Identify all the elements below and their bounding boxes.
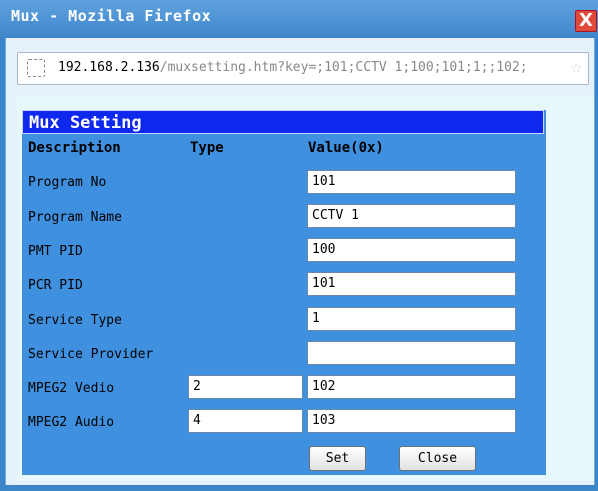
panel-title: Mux Setting: [22, 110, 544, 134]
type-mpeg2-video[interactable]: 2: [188, 375, 303, 399]
type-mpeg2-audio[interactable]: 4: [188, 409, 303, 433]
close-button[interactable]: Close: [399, 446, 476, 471]
url-path: /muxsetting.htm?key=;101;CCTV 1;100;101;…: [159, 60, 528, 75]
label-pcr-pid: PCR PID: [28, 278, 83, 293]
value-mpeg2-audio[interactable]: 103: [307, 409, 516, 433]
label-mpeg2-video: MPEG2 Vedio: [28, 381, 115, 396]
value-service-type[interactable]: 1: [307, 307, 516, 331]
window-bottom-border: [0, 485, 598, 491]
value-mpeg2-video[interactable]: 102: [307, 375, 516, 399]
page-icon: [27, 59, 45, 77]
value-pmt-pid[interactable]: 100: [307, 238, 516, 262]
close-window-button[interactable]: X: [575, 10, 597, 32]
window-titlebar: Mux - Mozilla Firefox X: [0, 0, 598, 38]
label-program-name: Program Name: [28, 210, 122, 225]
label-service-provider: Service Provider: [28, 347, 154, 362]
value-program-name[interactable]: CCTV 1: [307, 204, 516, 228]
url-host: 192.168.2.136: [58, 60, 160, 75]
label-pmt-pid: PMT PID: [28, 244, 83, 259]
value-service-provider[interactable]: [307, 341, 516, 365]
label-service-type: Service Type: [28, 313, 122, 328]
value-pcr-pid[interactable]: 101: [307, 272, 516, 296]
header-type: Type: [190, 140, 224, 156]
url-text[interactable]: 192.168.2.136/muxsetting.htm?key=;101;CC…: [58, 60, 528, 75]
header-value: Value(0x): [308, 140, 384, 156]
header-description: Description: [28, 140, 121, 156]
bookmark-star-icon[interactable]: ☆: [571, 56, 582, 78]
value-program-no[interactable]: 101: [307, 170, 516, 194]
label-program-no: Program No: [28, 175, 107, 190]
address-bar[interactable]: 192.168.2.136/muxsetting.htm?key=;101;CC…: [17, 52, 589, 85]
set-button[interactable]: Set: [309, 446, 366, 471]
label-mpeg2-audio: MPEG2 Audio: [28, 415, 115, 430]
window-title: Mux - Mozilla Firefox: [11, 7, 212, 25]
